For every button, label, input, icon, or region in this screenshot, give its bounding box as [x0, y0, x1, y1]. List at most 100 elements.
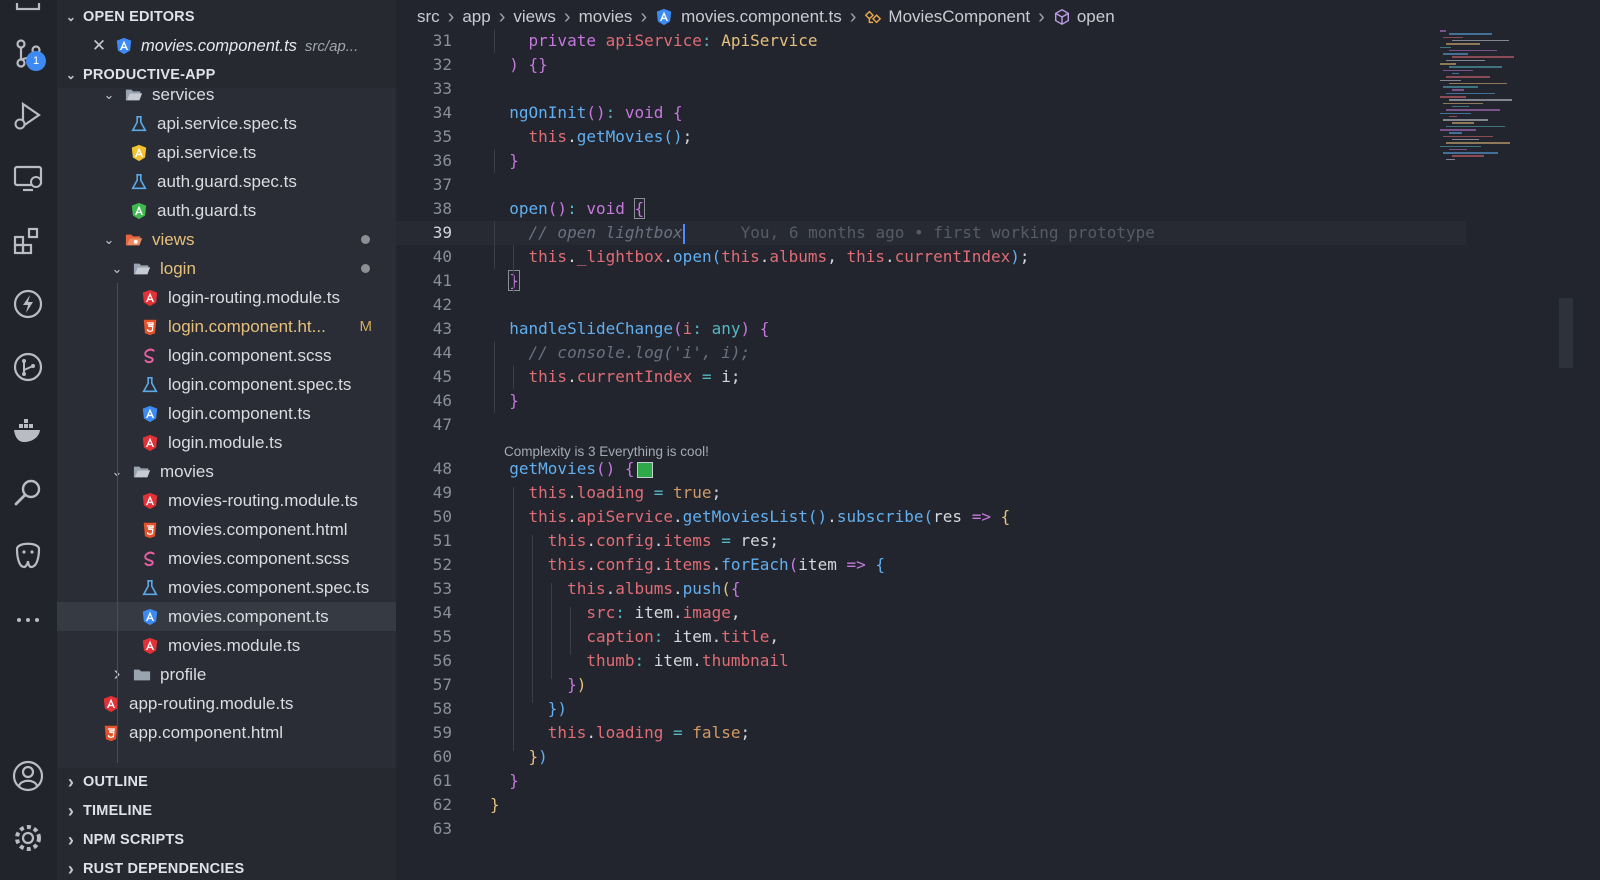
code-line[interactable]: 41 }	[396, 269, 1466, 293]
tree-file[interactable]: movies.component.ts	[57, 602, 396, 631]
code-line[interactable]: 44 // console.log('i', i);	[396, 341, 1466, 365]
code-line[interactable]: 32 ) {}	[396, 53, 1466, 77]
close-icon[interactable]: ✕	[87, 36, 111, 56]
git-graph-icon[interactable]	[8, 347, 48, 387]
tree-file[interactable]: auth.guard.ts	[57, 196, 396, 225]
code-line[interactable]: 62}	[396, 793, 1466, 817]
line-number: 31	[432, 31, 452, 50]
code-line[interactable]: 53 this.albums.push({	[396, 577, 1466, 601]
remote-explorer-icon[interactable]	[8, 158, 48, 198]
breadcrumb-item[interactable]: src	[417, 7, 440, 27]
code-line[interactable]: 38 open(): void {	[396, 197, 1466, 221]
folder-icon	[133, 666, 151, 684]
section-header-rust-dependencies[interactable]: › RUST DEPENDENCIES	[57, 855, 396, 880]
code-line[interactable]: 57 })	[396, 673, 1466, 697]
code-line[interactable]: 50 this.apiService.getMoviesList().subsc…	[396, 505, 1466, 529]
open-editor-item[interactable]: ✕ movies.component.ts src/ap...	[57, 32, 396, 60]
html-file-icon	[141, 318, 159, 336]
breadcrumb-separator-icon: ›	[498, 5, 506, 28]
code-line[interactable]: 37	[396, 173, 1466, 197]
tree-file[interactable]: api.service.spec.ts	[57, 109, 396, 138]
breadcrumb-item[interactable]: movies	[579, 7, 633, 27]
code-line[interactable]: 59 this.loading = false;	[396, 721, 1466, 745]
section-header-timeline[interactable]: › TIMELINE	[57, 797, 396, 825]
extensions-icon[interactable]	[8, 221, 48, 261]
breadcrumb-separator-icon: ›	[563, 5, 571, 28]
breadcrumb-item[interactable]: app	[462, 7, 490, 27]
docker-icon[interactable]	[8, 410, 48, 450]
tree-file[interactable]: movies.component.spec.ts	[57, 573, 396, 602]
section-title: TIMELINE	[83, 803, 153, 819]
code-line[interactable]: 58 })	[396, 697, 1466, 721]
code-line[interactable]: 60 })	[396, 745, 1466, 769]
tree-file[interactable]: auth.guard.spec.ts	[57, 167, 396, 196]
tree-file[interactable]: login.component.ht... M	[57, 312, 396, 341]
section-header-outline[interactable]: › OUTLINE	[57, 768, 396, 796]
breadcrumb-item[interactable]: MoviesComponent	[888, 7, 1030, 27]
tree-file[interactable]: login.component.ts	[57, 399, 396, 428]
code-line[interactable]: 56 thumb: item.thumbnail	[396, 649, 1466, 673]
tree-file[interactable]: login.component.spec.ts	[57, 370, 396, 399]
tree-file[interactable]: movies-routing.module.ts	[57, 486, 396, 515]
breadcrumb-separator-icon: ›	[849, 5, 857, 28]
tree-file[interactable]: app.component.html	[57, 718, 396, 747]
line-content: this.apiService.getMoviesList().subscrib…	[528, 507, 1011, 526]
code-line[interactable]: 63	[396, 817, 1466, 841]
line-number: 42	[432, 295, 452, 314]
tree-item-label: movies.component.scss	[168, 548, 350, 568]
code-line[interactable]: 45 this.currentIndex = i;	[396, 365, 1466, 389]
search-icon[interactable]	[8, 473, 48, 513]
section-header-npm-scripts[interactable]: › NPM SCRIPTS	[57, 826, 396, 854]
tree-file[interactable]: login.module.ts	[57, 428, 396, 457]
code-line[interactable]: 52 this.config.items.forEach(item => {	[396, 553, 1466, 577]
tree-folder[interactable]: ›profile	[57, 660, 396, 689]
breadcrumb-item[interactable]: movies.component.ts	[681, 7, 842, 27]
postgres-icon[interactable]	[8, 536, 48, 576]
tree-item-label: api.service.ts	[157, 142, 257, 162]
tree-file[interactable]: movies.component.html	[57, 515, 396, 544]
complexity-codelens[interactable]: Complexity is 3 Everything is cool!	[504, 444, 709, 459]
code-line[interactable]: 36 }	[396, 149, 1466, 173]
code-line[interactable]: 33	[396, 77, 1466, 101]
tree-file[interactable]: login-routing.module.ts	[57, 283, 396, 312]
code-line[interactable]: 51 this.config.items = res;	[396, 529, 1466, 553]
code-line[interactable]: 40 this._lightbox.open(this.albums, this…	[396, 245, 1466, 269]
line-number: 35	[432, 127, 452, 146]
tree-file[interactable]: app-routing.module.ts	[57, 689, 396, 718]
code-line[interactable]: 43 handleSlideChange(i: any) {	[396, 317, 1466, 341]
tree-folder[interactable]: ⌄ services	[57, 88, 396, 109]
run-debug-icon[interactable]	[8, 96, 48, 136]
minimap[interactable]	[1440, 30, 1520, 170]
tree-file[interactable]: movies.module.ts	[57, 631, 396, 660]
open-editors-header[interactable]: ⌄ OPEN EDITORS	[57, 3, 396, 31]
code-line[interactable]: 55 caption: item.title,	[396, 625, 1466, 649]
project-header[interactable]: ⌄ PRODUCTIVE-APP	[57, 61, 396, 89]
code-line[interactable]: 54 src: item.image,	[396, 601, 1466, 625]
tree-file[interactable]: login.component.scss	[57, 341, 396, 370]
tree-folder[interactable]: ⌄ login	[57, 254, 396, 283]
breadcrumb-item[interactable]: open	[1077, 7, 1115, 27]
code-line[interactable]: 42	[396, 293, 1466, 317]
minimap-line	[1449, 66, 1502, 68]
accounts-icon[interactable]	[8, 756, 48, 796]
code-line[interactable]: 35 this.getMovies();	[396, 125, 1466, 149]
code-line[interactable]: 46 }	[396, 389, 1466, 413]
code-line[interactable]: 31 private apiService: ApiService	[396, 29, 1466, 53]
color-swatch-icon[interactable]	[636, 461, 653, 478]
code-line[interactable]: 61 }	[396, 769, 1466, 793]
thunder-client-icon[interactable]	[8, 284, 48, 324]
settings-gear-icon[interactable]	[8, 818, 48, 858]
code-line[interactable]: 49 this.loading = true;	[396, 481, 1466, 505]
tree-file[interactable]: api.service.ts	[57, 138, 396, 167]
code-line[interactable]: 34 ngOnInit(): void {	[396, 101, 1466, 125]
code-line[interactable]: 48 getMovies() {	[396, 457, 1466, 481]
class-symbol-icon	[864, 8, 882, 26]
tree-file[interactable]: movies.component.scss	[57, 544, 396, 573]
tree-folder[interactable]: ⌄ views	[57, 225, 396, 254]
code-line[interactable]: 39 // open lightbox You, 6 months ago • f…	[396, 221, 1466, 245]
breadcrumb-item[interactable]: views	[513, 7, 556, 27]
more-icon[interactable]	[8, 600, 48, 640]
tree-folder[interactable]: ⌄movies	[57, 457, 396, 486]
code-line[interactable]: 47	[396, 413, 1466, 437]
vertical-scrollbar[interactable]	[1559, 298, 1573, 368]
